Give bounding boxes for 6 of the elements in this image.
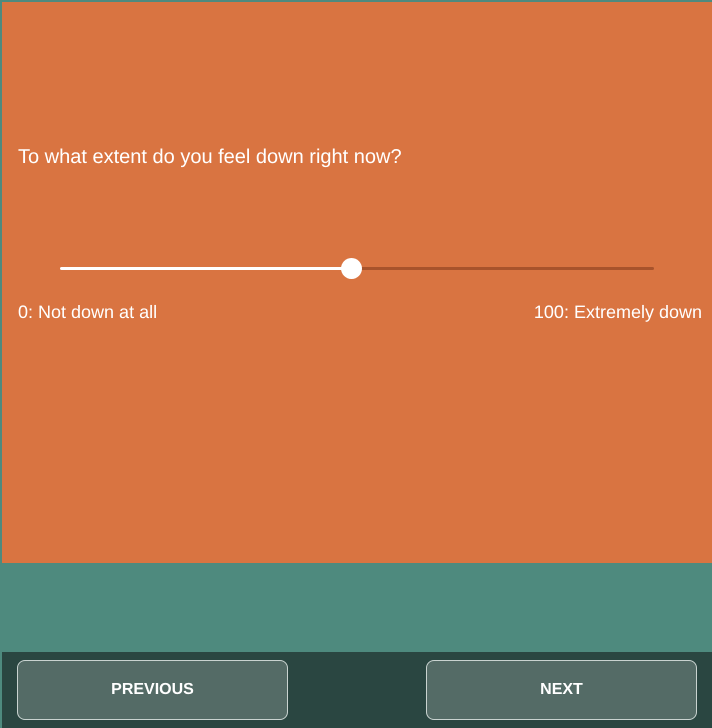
previous-button[interactable]: PREVIOUS (17, 660, 288, 720)
min-label: 0: Not down at all (18, 301, 158, 323)
slider-thumb[interactable] (341, 258, 362, 279)
question-text: To what extent do you feel down right now? (18, 145, 402, 170)
next-button[interactable]: NEXT (426, 660, 697, 720)
max-label: 100: Extremely down (534, 301, 702, 323)
